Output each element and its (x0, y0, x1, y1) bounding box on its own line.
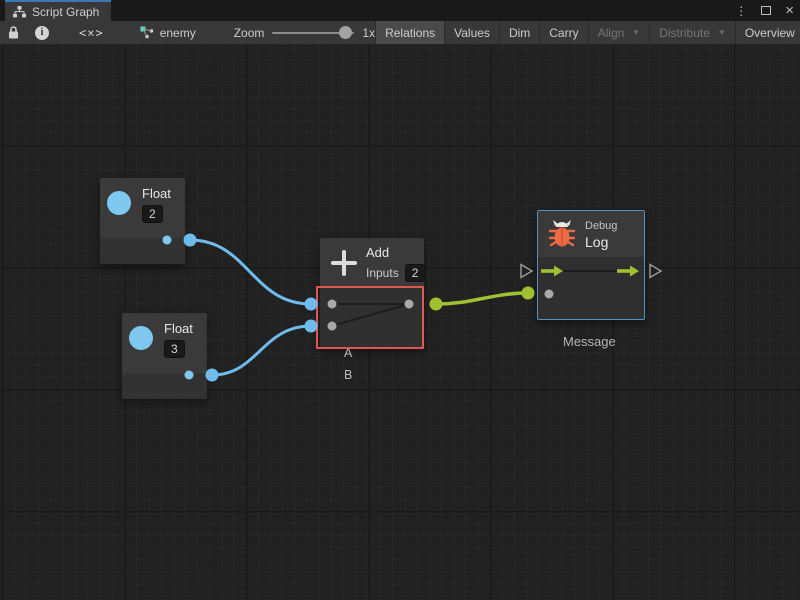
bug-icon (547, 218, 577, 255)
relations-toggle[interactable]: Relations (376, 21, 444, 44)
window-menu-icon[interactable]: ⋮ (735, 5, 747, 17)
node-debug-log[interactable]: Debug Log Message (537, 210, 645, 320)
node-float-2-header[interactable]: Float 3 (122, 313, 207, 373)
overview-button[interactable]: Overview (736, 21, 800, 44)
dim-toggle[interactable]: Dim (500, 21, 539, 44)
inputs-label: Inputs (366, 266, 399, 280)
lock-icon (8, 26, 19, 39)
zoom-slider[interactable] (272, 21, 354, 45)
node-title: Log (585, 234, 608, 250)
node-add-ports: A B (320, 288, 424, 349)
lock-button[interactable] (0, 21, 27, 44)
chevron-down-icon: ▼ (718, 28, 726, 37)
chevron-down-icon: ▼ (632, 28, 640, 37)
node-float-1-ports (100, 238, 185, 264)
float-value-field[interactable]: 2 (142, 205, 163, 223)
toolbar-toggle-group: Relations Values Dim Carry Align ▼ Distr… (375, 21, 800, 44)
port-label-a: A (344, 346, 352, 360)
float-value-field[interactable]: 3 (164, 340, 185, 358)
close-icon[interactable]: × (785, 3, 794, 18)
graph-asset-icon (140, 26, 155, 39)
code-view-icon: <×> (79, 26, 104, 40)
graph-toolbar: i <×> enemy Zoom 1x Relations Values Dim… (0, 21, 800, 45)
values-toggle[interactable]: Values (445, 21, 499, 44)
float-literal-icon (107, 191, 131, 215)
zoom-control: Zoom 1x (234, 21, 375, 44)
port-label-message: Message (563, 334, 616, 349)
inspect-button[interactable]: i (27, 21, 57, 44)
code-view-button[interactable]: <×> (57, 21, 126, 44)
graph-breadcrumb[interactable]: enemy (126, 21, 210, 44)
node-add-header[interactable]: Add Inputs 2 (320, 238, 424, 288)
tab-title: Script Graph (32, 5, 99, 19)
inputs-count-field[interactable]: 2 (405, 264, 426, 282)
node-category: Debug (585, 220, 617, 232)
node-layer: Float 2 Float 3 Add Inputs (0, 45, 800, 600)
node-title: Float (164, 321, 193, 336)
info-icon: i (35, 26, 49, 40)
zoom-label: Zoom (234, 26, 265, 40)
tab-bar: Script Graph ⋮ × (0, 0, 800, 21)
zoom-slider-handle[interactable] (339, 26, 352, 39)
port-label-b: B (344, 368, 352, 382)
node-float-2[interactable]: Float 3 (122, 313, 207, 399)
maximize-icon[interactable] (761, 6, 771, 15)
plus-icon (330, 249, 358, 277)
node-title: Float (142, 186, 171, 201)
graph-icon (13, 6, 26, 18)
node-add[interactable]: Add Inputs 2 A B (320, 238, 424, 349)
zoom-value: 1x (362, 26, 375, 40)
node-float-2-ports (122, 373, 207, 399)
node-debug-ports: Message (538, 257, 644, 319)
tab-script-graph[interactable]: Script Graph (5, 0, 111, 21)
add-inputs-row: Inputs 2 (366, 264, 425, 282)
carry-toggle[interactable]: Carry (540, 21, 587, 44)
graph-canvas[interactable]: Float 2 Float 3 Add Inputs (0, 45, 800, 600)
node-float-1[interactable]: Float 2 (100, 178, 185, 264)
node-debug-header[interactable]: Debug Log (538, 211, 644, 257)
distribute-dropdown[interactable]: Distribute ▼ (650, 21, 735, 44)
float-literal-icon (129, 326, 153, 350)
window-controls: ⋮ × (735, 0, 794, 21)
node-float-1-header[interactable]: Float 2 (100, 178, 185, 238)
align-dropdown[interactable]: Align ▼ (589, 21, 650, 44)
node-title: Add (366, 245, 389, 260)
graph-name: enemy (160, 26, 196, 40)
